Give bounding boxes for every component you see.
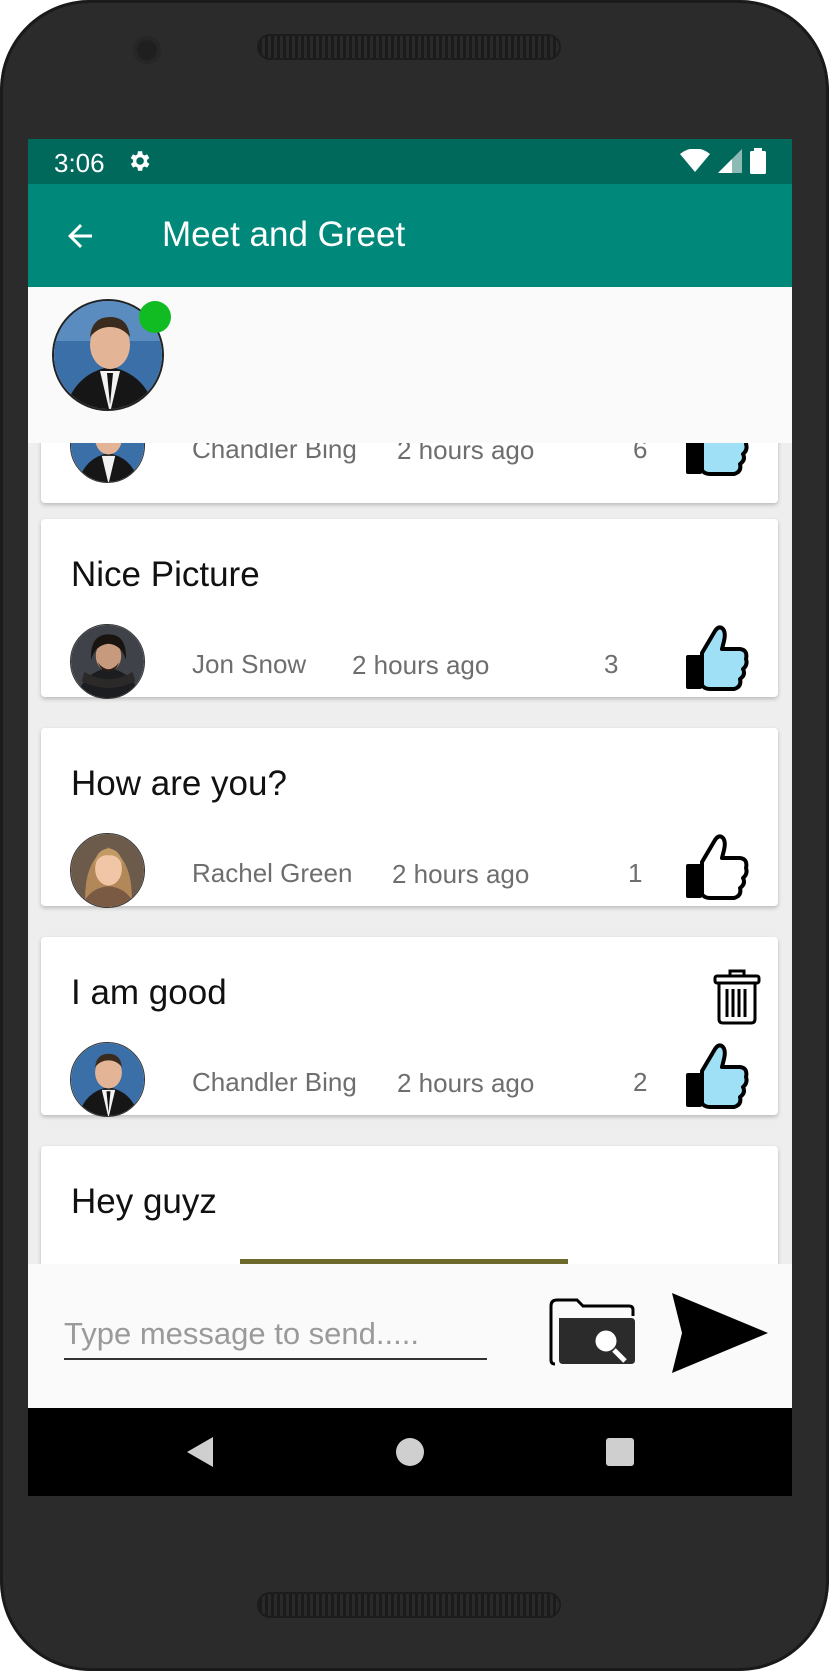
status-time: 3:06	[54, 148, 105, 178]
message-card: I am good Chandler Bing 2 hours ago 2	[41, 937, 778, 1117]
message-composer	[28, 1264, 792, 1408]
page-title: Meet and Greet	[162, 215, 406, 254]
message-time: 2 hours ago	[352, 650, 490, 680]
chat-header	[28, 287, 792, 443]
message-text: Nice Picture	[71, 555, 260, 594]
message-time: 2 hours ago	[397, 443, 535, 465]
message-input[interactable]	[64, 1310, 487, 1360]
like-count: 2	[633, 1067, 648, 1097]
nav-home-icon[interactable]	[396, 1438, 424, 1466]
app-bar: Meet and Greet	[28, 184, 792, 287]
author-name: Chandler Bing	[192, 443, 357, 464]
thumbs-up-icon[interactable]	[682, 623, 750, 695]
avatar[interactable]	[70, 1042, 145, 1117]
folder-search-icon[interactable]	[549, 1296, 635, 1366]
message-card: Chandler Bing 2 hours ago 6	[41, 443, 778, 503]
gear-icon	[130, 151, 150, 171]
wifi-icon	[680, 149, 710, 172]
thumbs-up-icon[interactable]	[682, 1041, 750, 1113]
thumbs-up-icon[interactable]	[682, 832, 750, 904]
phone-frame: 3:06 Meet and Greet Chandler Bing 2 hour…	[0, 0, 829, 1671]
system-nav-bar	[28, 1408, 792, 1496]
message-text: I am good	[71, 973, 227, 1012]
arrow-left-icon[interactable]	[62, 218, 98, 254]
top-speaker	[257, 34, 561, 60]
author-name: Rachel Green	[192, 858, 353, 888]
screen: 3:06 Meet and Greet Chandler Bing 2 hour…	[28, 139, 792, 1496]
message-card: Nice Picture Jon Snow 2 hours ago 3	[41, 519, 778, 699]
message-text: Hey guyz	[71, 1182, 217, 1221]
bottom-speaker	[257, 1592, 561, 1618]
like-count: 3	[604, 649, 619, 679]
author-name: Jon Snow	[192, 649, 307, 679]
message-card: Hey guyz	[41, 1146, 778, 1264]
status-icons	[680, 148, 766, 174]
author-name: Chandler Bing	[192, 1067, 357, 1097]
avatar[interactable]	[70, 624, 145, 699]
online-status-dot	[139, 301, 171, 333]
thumbs-up-icon[interactable]	[682, 443, 750, 480]
message-card: How are you? Rachel Green 2 hours ago 1	[41, 728, 778, 908]
nav-recent-apps-icon[interactable]	[606, 1438, 634, 1466]
send-icon[interactable]	[670, 1291, 770, 1375]
message-text: How are you?	[71, 764, 287, 803]
signal-icon	[718, 149, 742, 173]
like-count: 6	[633, 443, 648, 464]
front-camera	[133, 36, 161, 64]
nav-back-icon[interactable]	[185, 1435, 215, 1469]
avatar[interactable]	[70, 833, 145, 908]
message-list[interactable]: Chandler Bing 2 hours ago 6 Nice Picture	[28, 443, 792, 1264]
like-count: 1	[628, 858, 643, 888]
status-bar: 3:06	[28, 139, 792, 184]
message-time: 2 hours ago	[397, 1068, 535, 1098]
trash-icon[interactable]	[713, 967, 761, 1025]
avatar[interactable]	[70, 443, 145, 483]
message-time: 2 hours ago	[392, 859, 530, 889]
battery-icon	[750, 148, 766, 174]
